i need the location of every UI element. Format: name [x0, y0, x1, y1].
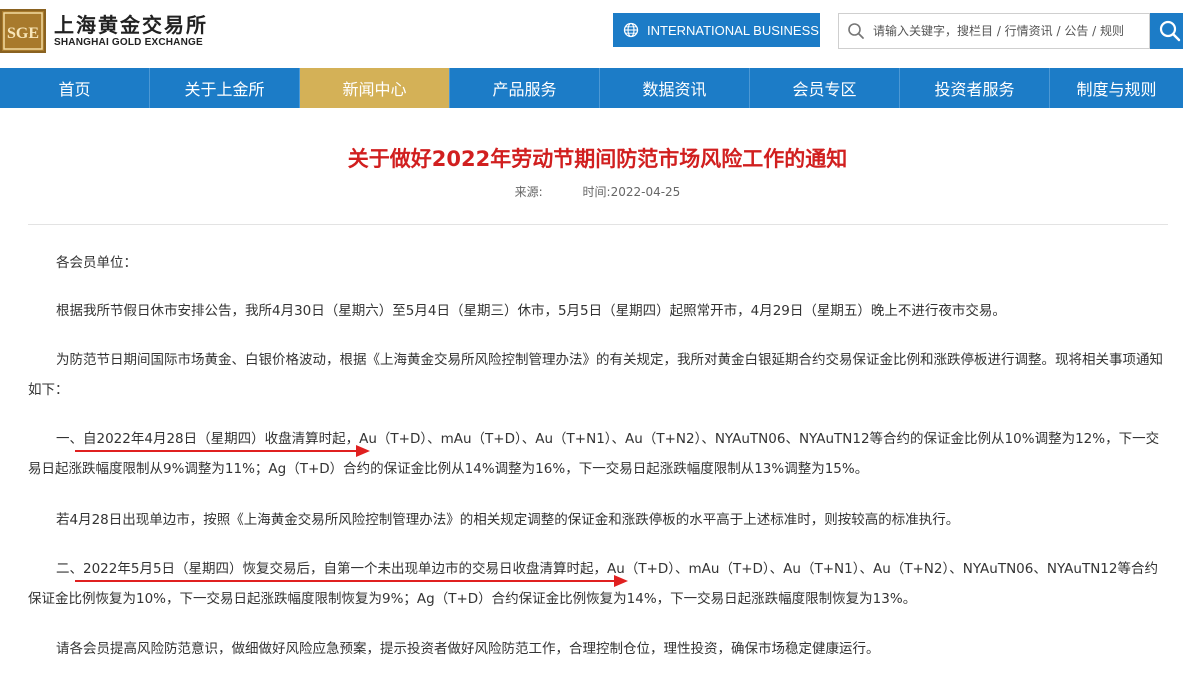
international-business-button[interactable]: INTERNATIONAL BUSINESS — [613, 13, 820, 47]
article-meta: 来源: 时间:2022-04-25 — [0, 183, 1183, 200]
nav-item-home[interactable]: 首页 — [0, 68, 150, 108]
paragraph-item-one: 一、自2022年4月28日（星期四）收盘清算时起，Au（T+D）、mAu（T+D… — [28, 431, 1160, 477]
sge-logo-mark: SGE — [0, 9, 46, 53]
paragraph-holiday-schedule: 根据我所节假日休市安排公告，我所4月30日（星期六）至5月4日（星期三）休市，5… — [56, 303, 1006, 319]
search-box — [838, 13, 1150, 49]
nav-item-data[interactable]: 数据资讯 — [600, 68, 750, 108]
site-logo[interactable]: SGE 上海黄金交易所 SHANGHAI GOLD EXCHANGE — [0, 9, 208, 53]
logo-chinese-name: 上海黄金交易所 — [54, 13, 208, 37]
nav-item-about[interactable]: 关于上金所 — [150, 68, 300, 108]
international-business-label: INTERNATIONAL BUSINESS — [647, 22, 819, 38]
site-header: SGE 上海黄金交易所 SHANGHAI GOLD EXCHANGE INTER… — [0, 0, 1183, 68]
paragraph-background: 为防范节日期间国际市场黄金、白银价格波动，根据《上海黄金交易所风险控制管理办法》… — [28, 352, 1163, 398]
article-title: 关于做好2022年劳动节期间防范市场风险工作的通知 — [347, 147, 848, 171]
paragraph-one-sided-market: 若4月28日出现单边市，按照《上海黄金交易所风险控制管理办法》的相关规定调整的保… — [56, 512, 960, 528]
search-icon — [1159, 20, 1181, 42]
nav-item-products[interactable]: 产品服务 — [450, 68, 600, 108]
nav-item-rules[interactable]: 制度与规则 — [1050, 68, 1183, 108]
article-time: 时间:2022-04-25 — [582, 185, 681, 199]
paragraph-closing: 请各会员提高风险防范意识，做细做好风险应急预案，提示投资者做好风险防范工作，合理… — [56, 641, 880, 657]
article-source: 来源: — [514, 185, 543, 199]
logo-mark-text: SGE — [7, 25, 39, 42]
nav-item-investors[interactable]: 投资者服务 — [900, 68, 1050, 108]
paragraph-item-two: 二、2022年5月5日（星期四）恢复交易后，自第一个未出现单边市的交易日收盘清算… — [28, 561, 1158, 607]
nav-item-members[interactable]: 会员专区 — [750, 68, 900, 108]
logo-english-name: SHANGHAI GOLD EXCHANGE — [54, 37, 203, 48]
paragraph-salutation: 各会员单位： — [56, 255, 137, 271]
search-input[interactable] — [873, 24, 1143, 38]
main-nav: 首页 关于上金所 新闻中心 产品服务 数据资讯 会员专区 投资者服务 制度与规则 — [0, 68, 1183, 108]
search-icon — [839, 22, 873, 40]
nav-item-news[interactable]: 新闻中心 — [300, 68, 450, 108]
title-divider — [28, 224, 1168, 225]
globe-icon — [623, 22, 639, 38]
search-button[interactable] — [1150, 13, 1183, 49]
